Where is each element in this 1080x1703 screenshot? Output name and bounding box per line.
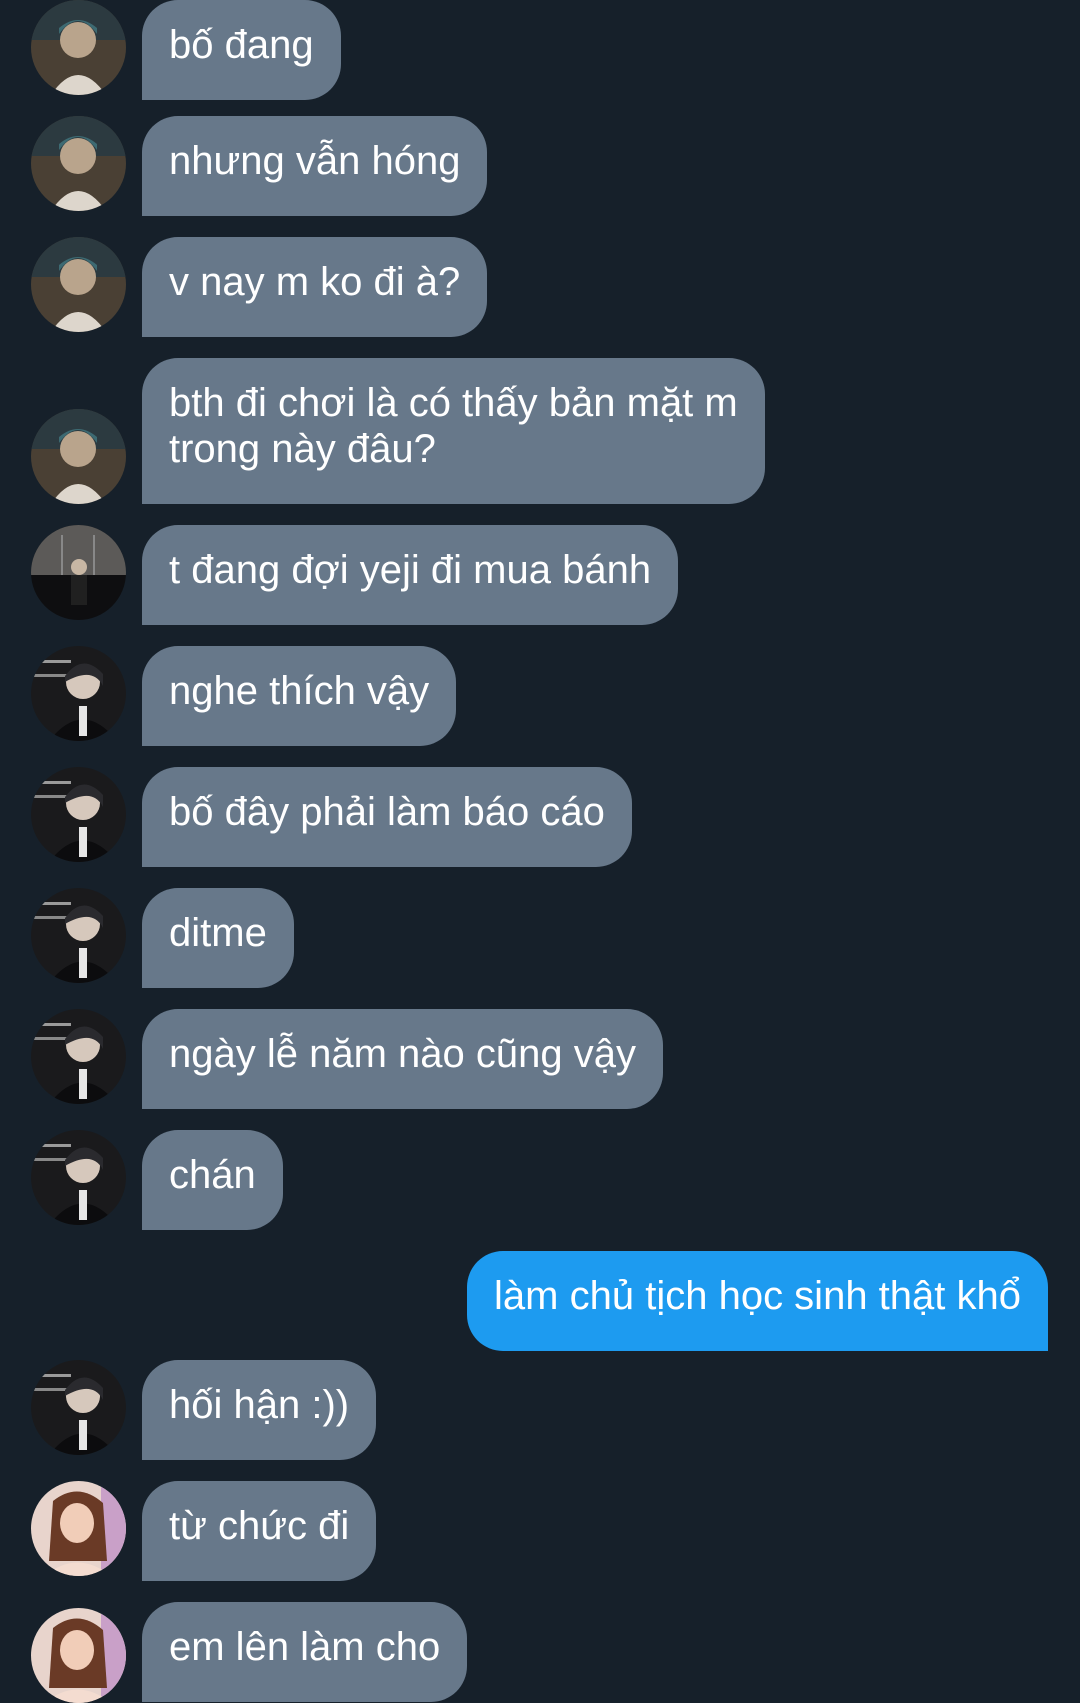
message-bubble[interactable]: nghe thích vậy [142,646,457,746]
message-bubble[interactable]: em lên làm cho [142,1602,468,1702]
avatar-user-d[interactable] [31,1608,126,1703]
message-bubble[interactable]: từ chức đi [142,1481,377,1581]
message-bubble[interactable]: ngày lễ năm nào cũng vậy [142,1009,663,1109]
message-bubble[interactable]: chán [142,1130,283,1230]
profile-photo-icon [31,116,126,211]
message-bubble[interactable]: v nay m ko đi à? [142,237,488,337]
avatar-user-c[interactable] [31,767,126,862]
profile-photo-icon [31,0,126,95]
avatar-user-a[interactable] [31,116,126,211]
profile-photo-icon [31,888,126,983]
avatar-user-a[interactable] [31,409,126,504]
profile-photo-icon [31,767,126,862]
message-bubble[interactable]: ditme [142,888,294,988]
avatar-user-a[interactable] [31,237,126,332]
profile-photo-icon [31,525,126,620]
profile-photo-icon [31,1130,126,1225]
profile-photo-icon [31,409,126,504]
profile-photo-icon [31,237,126,332]
profile-photo-icon [31,1009,126,1104]
profile-photo-icon [31,1481,126,1576]
avatar-user-c[interactable] [31,888,126,983]
avatar-user-b[interactable] [31,525,126,620]
message-bubble[interactable]: bố đang [142,0,341,100]
message-bubble[interactable]: nhưng vẫn hóng [142,116,488,216]
avatar-user-a[interactable] [31,0,126,95]
avatar-user-d[interactable] [31,1481,126,1576]
avatar-user-c[interactable] [31,1360,126,1455]
outgoing-message-bubble[interactable]: làm chủ tịch học sinh thật khổ [467,1251,1048,1351]
profile-photo-icon [31,1360,126,1455]
message-bubble[interactable]: t đang đợi yeji đi mua bánh [142,525,679,625]
message-bubble[interactable]: bth đi chơi là có thấy bản mặt m trong n… [142,358,765,504]
profile-photo-icon [31,1608,126,1703]
avatar-user-c[interactable] [31,1130,126,1225]
profile-photo-icon [31,646,126,741]
avatar-user-c[interactable] [31,1009,126,1104]
message-bubble[interactable]: hối hận :)) [142,1360,377,1460]
message-bubble[interactable]: bố đây phải làm báo cáo [142,767,632,867]
avatar-user-c[interactable] [31,646,126,741]
